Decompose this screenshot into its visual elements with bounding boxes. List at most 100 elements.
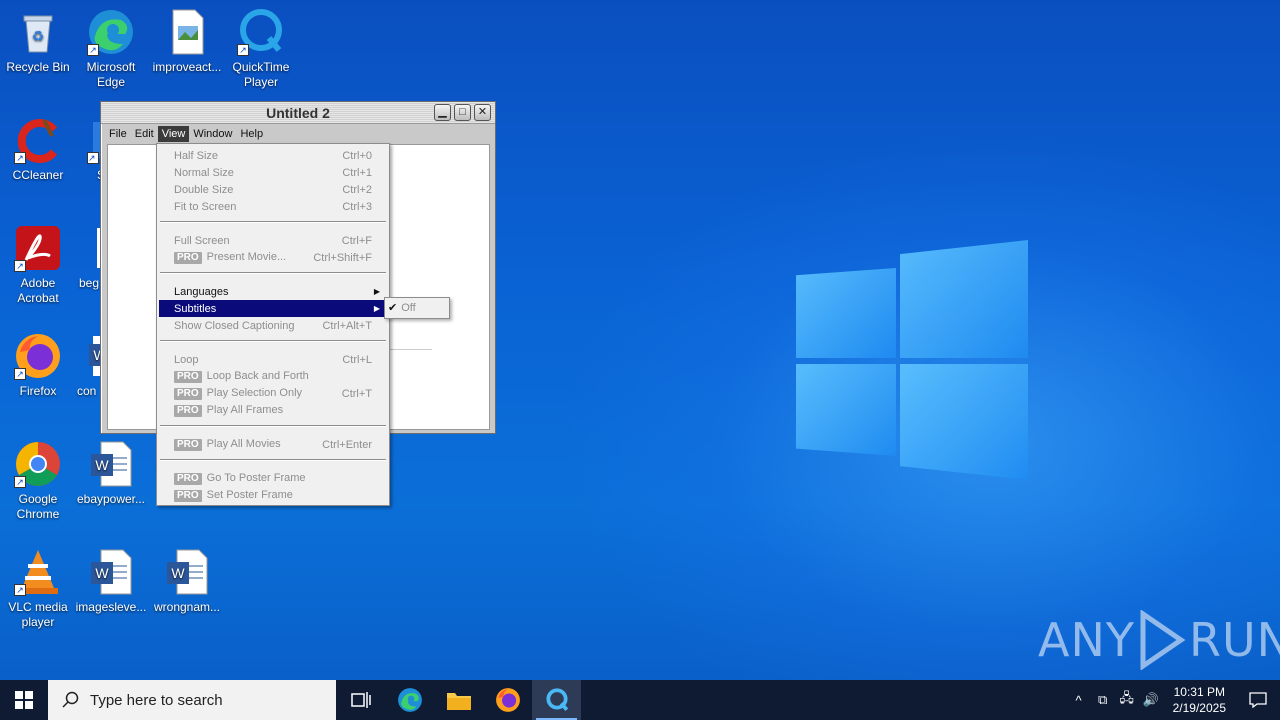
notification-center-button[interactable] xyxy=(1236,680,1280,720)
image-file-icon xyxy=(163,8,211,56)
clock[interactable]: 10:31 PM 2/19/2025 xyxy=(1163,684,1236,716)
task-view-button[interactable] xyxy=(336,680,385,720)
system-tray: ^ ⧉ 🖧 🔊 10:31 PM 2/19/2025 xyxy=(1067,680,1280,720)
menu-item-play-all-frames[interactable]: PRO Play All Frames xyxy=(159,402,387,419)
submenu-item-off[interactable]: ✔ Off xyxy=(388,301,416,314)
quicktime-icon: ↗ xyxy=(237,8,285,56)
svg-text:W: W xyxy=(95,565,109,581)
menu-item-languages[interactable]: Languages ▶ xyxy=(159,283,387,300)
svg-text:W: W xyxy=(171,565,185,581)
taskbar-quicktime[interactable] xyxy=(532,680,581,720)
menu-item-present-movie[interactable]: PRO Present Movie... Ctrl+Shift+F xyxy=(159,249,387,266)
window-menubar: File Edit View Window Help xyxy=(101,124,495,144)
chrome-icon: ↗ xyxy=(14,440,62,488)
desktop-icon-partial-beg[interactable]: beg xyxy=(73,224,103,291)
desktop-icon-imagesleve[interactable]: W imagesleve... xyxy=(73,548,149,615)
desktop-icon-vlc[interactable]: ↗ VLC media player xyxy=(0,548,76,630)
desktop-icon-improveact[interactable]: improveact... xyxy=(149,8,225,75)
task-view-icon xyxy=(350,692,371,708)
windows-logo-wallpaper xyxy=(792,240,1032,480)
svg-text:♻: ♻ xyxy=(32,28,45,44)
menu-item-loop-back-and-forth[interactable]: PRO Loop Back and Forth xyxy=(159,368,387,385)
vlc-icon: ↗ xyxy=(14,548,62,596)
desktop-icon-adobe-acrobat[interactable]: ↗ Adobe Acrobat xyxy=(0,224,76,306)
desktop-icon-firefox[interactable]: ↗ Firefox xyxy=(0,332,76,399)
anyrun-watermark: ANY RUN xyxy=(1038,610,1280,670)
pro-badge: PRO xyxy=(174,252,202,264)
menu-separator xyxy=(160,459,386,461)
taskbar-file-explorer[interactable] xyxy=(434,680,483,720)
pro-badge: PRO xyxy=(174,388,202,400)
firefox-icon xyxy=(495,688,520,712)
svg-text:W: W xyxy=(95,457,109,473)
menu-item-double-size[interactable]: Double Size Ctrl+2 xyxy=(159,181,387,198)
menu-item-full-screen[interactable]: Full Screen Ctrl+F xyxy=(159,232,387,249)
taskbar-edge[interactable] xyxy=(385,680,434,720)
subtitles-submenu: ✔ Off xyxy=(384,297,450,319)
menu-separator xyxy=(160,425,386,427)
word-document-icon: W xyxy=(87,548,135,596)
taskbar: Type here to search ^ ⧉ 🖧 🔊 10:31 PM 2/1… xyxy=(0,680,1280,720)
menu-help[interactable]: Help xyxy=(236,126,267,142)
word-document-icon: W xyxy=(87,440,135,488)
menu-file[interactable]: File xyxy=(105,126,131,142)
menu-item-show-closed-captioning[interactable]: Show Closed Captioning Ctrl+Alt+T xyxy=(159,317,387,334)
pro-badge: PRO xyxy=(174,490,202,502)
recycle-bin-icon: ♻ xyxy=(14,8,62,56)
menu-separator xyxy=(160,221,386,223)
desktop-icon-edge[interactable]: ↗ Microsoft Edge xyxy=(73,8,149,90)
pro-badge: PRO xyxy=(174,439,202,451)
menu-item-subtitles[interactable]: Subtitles ▶ xyxy=(159,300,387,317)
desktop-icon-ccleaner[interactable]: ↗ CCleaner xyxy=(0,116,76,183)
volume-icon[interactable]: 🔊 xyxy=(1139,692,1163,708)
maximize-button[interactable]: □ xyxy=(454,104,471,121)
submenu-arrow-icon: ▶ xyxy=(373,287,380,296)
pro-badge: PRO xyxy=(174,405,202,417)
search-icon xyxy=(62,691,79,708)
ccleaner-icon: ↗ xyxy=(14,116,62,164)
menu-item-go-to-poster-frame[interactable]: PRO Go To Poster Frame xyxy=(159,470,387,487)
close-button[interactable]: ✕ xyxy=(474,104,491,121)
edge-icon xyxy=(397,688,422,712)
desktop-icon-ebaypower[interactable]: W ebaypower... xyxy=(73,440,149,507)
desktop-icon-partial-con[interactable]: W con xyxy=(73,332,103,399)
desktop-icon-quicktime[interactable]: ↗ QuickTime Player xyxy=(223,8,299,90)
checkmark-icon: ✔ xyxy=(388,302,398,314)
network-icon[interactable]: 🖧 xyxy=(1115,689,1139,711)
show-hidden-icons-chevron-icon[interactable]: ^ xyxy=(1067,693,1091,708)
menu-item-normal-size[interactable]: Normal Size Ctrl+1 xyxy=(159,164,387,181)
menu-window[interactable]: Window xyxy=(189,126,236,142)
desktop-icon-recycle-bin[interactable]: ♻ Recycle Bin xyxy=(0,8,76,75)
menu-separator xyxy=(160,272,386,274)
menu-item-fit-to-screen[interactable]: Fit to Screen Ctrl+3 xyxy=(159,198,387,215)
quicktime-icon xyxy=(545,688,568,711)
pro-badge: PRO xyxy=(174,371,202,383)
pro-badge: PRO xyxy=(174,473,202,485)
network-drive-icon[interactable]: ⧉ xyxy=(1091,692,1115,708)
menu-separator xyxy=(160,340,386,342)
view-menu-dropdown: Half Size Ctrl+0 Normal Size Ctrl+1 Double… xyxy=(156,143,390,506)
menu-item-half-size[interactable]: Half Size Ctrl+0 xyxy=(159,147,387,164)
acrobat-icon: ↗ xyxy=(14,224,62,272)
window-titlebar[interactable]: Untitled 2 ▁ □ ✕ xyxy=(101,102,495,124)
windows-start-icon xyxy=(15,691,33,709)
desktop-icon-wrongnam[interactable]: W wrongnam... xyxy=(149,548,225,615)
menu-edit[interactable]: Edit xyxy=(131,126,158,142)
edge-icon: ↗ xyxy=(87,8,135,56)
folder-icon xyxy=(446,693,471,710)
menu-view[interactable]: View xyxy=(157,126,190,142)
taskbar-firefox[interactable] xyxy=(483,680,532,720)
word-document-icon: W xyxy=(163,548,211,596)
play-logo-icon xyxy=(1140,610,1186,670)
menu-item-play-selection-only[interactable]: PRO Play Selection Only Ctrl+T xyxy=(159,385,387,402)
start-button[interactable] xyxy=(0,680,48,720)
notification-icon xyxy=(1249,692,1267,708)
submenu-arrow-icon: ▶ xyxy=(373,304,380,313)
desktop-icon-chrome[interactable]: ↗ Google Chrome xyxy=(0,440,76,522)
minimize-button[interactable]: ▁ xyxy=(434,104,451,121)
menu-item-play-all-movies[interactable]: PRO Play All Movies Ctrl+Enter xyxy=(159,436,387,453)
menu-item-set-poster-frame[interactable]: PRO Set Poster Frame xyxy=(159,487,387,504)
taskbar-search-box[interactable]: Type here to search xyxy=(48,680,336,720)
menu-item-loop[interactable]: Loop Ctrl+L xyxy=(159,351,387,368)
firefox-icon: ↗ xyxy=(14,332,62,380)
